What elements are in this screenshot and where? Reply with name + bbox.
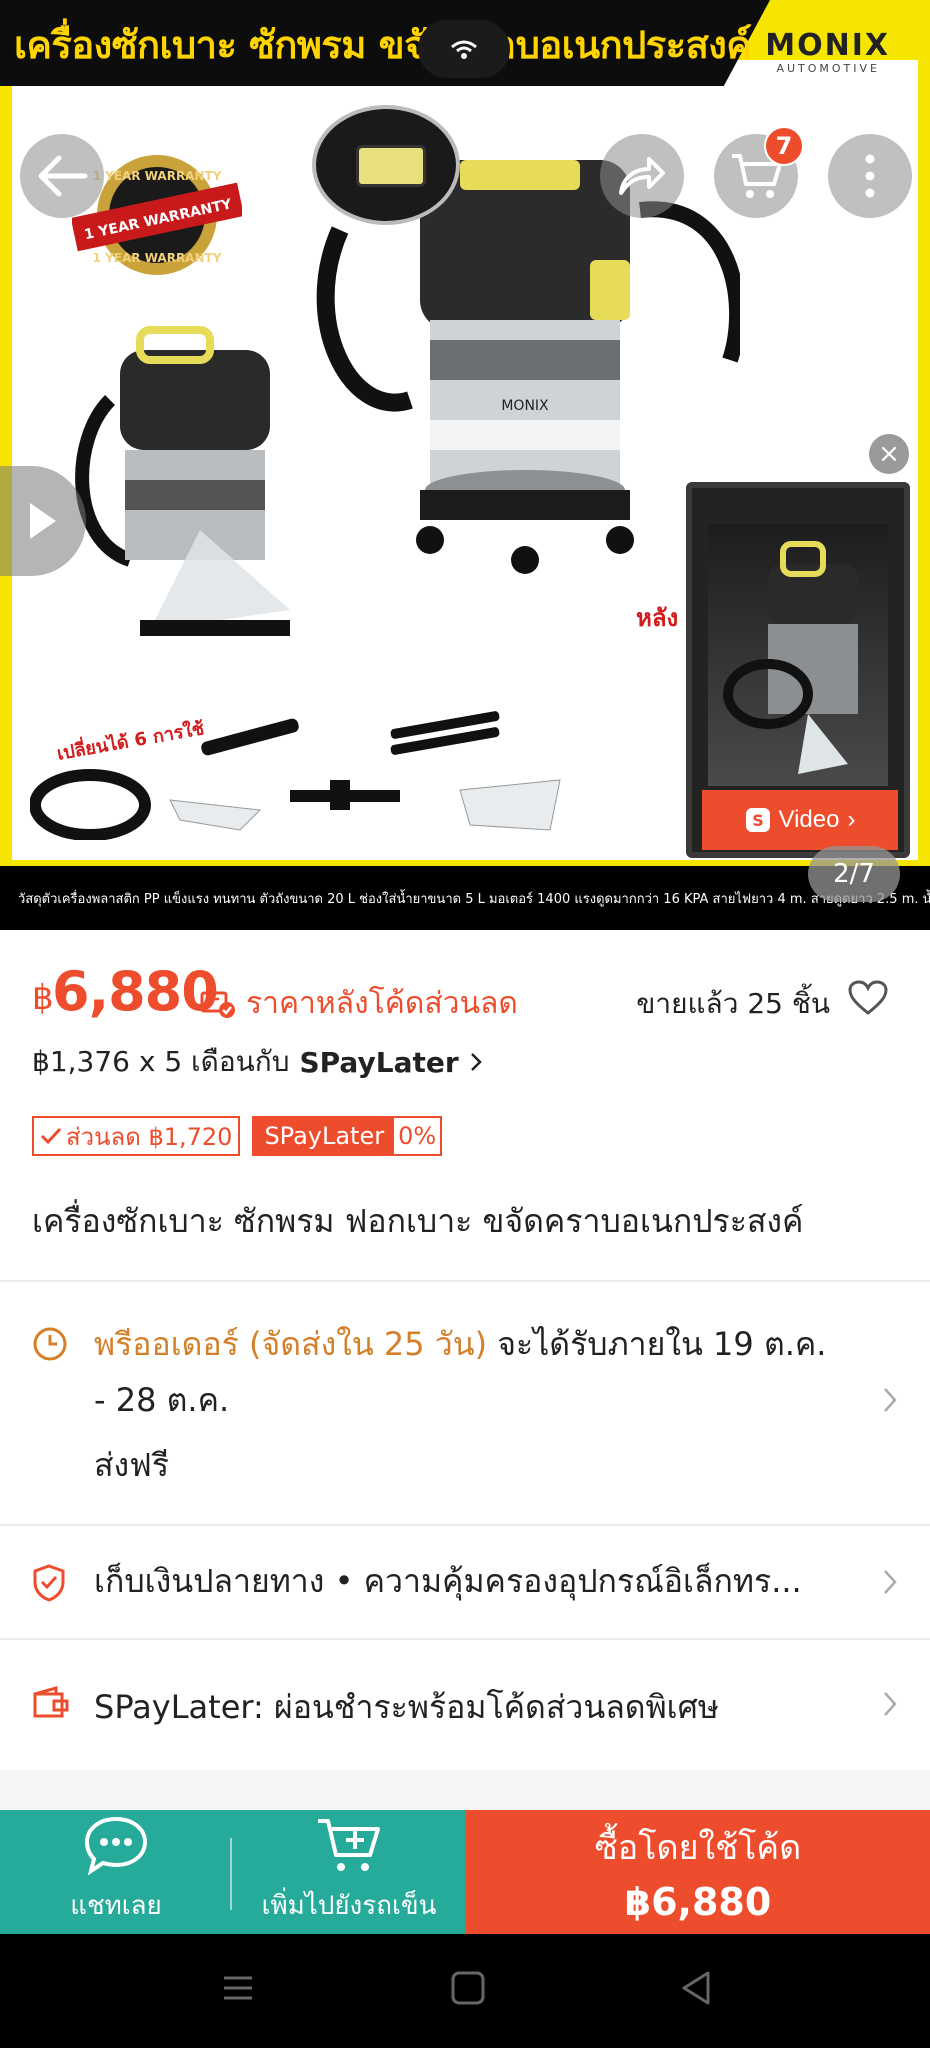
share-icon [619, 157, 665, 195]
more-options-button[interactable] [828, 134, 912, 218]
shopee-video-icon: S [745, 808, 770, 832]
clock-icon [33, 1327, 67, 1361]
warranty-text-top: 1 YEAR WARRANTY [93, 169, 222, 183]
check-icon [40, 1127, 62, 1145]
spaylater-tag[interactable]: SPayLater 0% [252, 1116, 443, 1156]
vacuum-side-illustration [75, 326, 290, 636]
chevron-right-icon [884, 1692, 897, 1716]
shield-icon [33, 1564, 65, 1602]
system-navigation-bar [0, 1934, 930, 2048]
buy-label: ซื้อโดยใช้โค้ด [594, 1828, 802, 1868]
video-thumbnail [708, 524, 888, 786]
vacuum-brand-label: MONIX [501, 398, 549, 414]
guarantee-row[interactable]: เก็บเงินปลายทาง • ความคุ้มครองอุปกรณ์อิเ… [0, 1526, 930, 1638]
video-button[interactable]: S Video › [702, 790, 898, 850]
spaylater-row[interactable]: SPayLater: ผ่อนชำระพร้อมโค้ดส่วนลดพิเศษ [0, 1640, 930, 1770]
image-pager: 2/7 [808, 846, 900, 902]
installment-amount: ฿1,376 x 5 เดือนกับ [32, 1045, 290, 1078]
price-value: 6,880 [52, 960, 219, 1023]
cart-count-badge: 7 [764, 126, 804, 166]
hotspot-icon [451, 40, 477, 59]
discount-note[interactable]: ราคาหลังโค้ดส่วนลด [200, 980, 518, 1027]
buy-price: ฿6,880 [624, 1880, 772, 1924]
brand-subtitle: AUTOMOTIVE [776, 62, 880, 75]
bottom-action-bar: แชทเลย เพิ่มไปยังรถเข็น ซื้อโดยใช้โค้ด ฿… [0, 1810, 930, 1934]
sold-count: ขายแล้ว 25 ชิ้น [636, 987, 830, 1020]
close-icon: × [878, 439, 900, 469]
product-title: เครื่องซักเบาะ ซักพรม ฟอกเบาะ ขจัดคราบอเ… [32, 1202, 804, 1240]
discount-note-label: ราคาหลังโค้ดส่วนลด [246, 986, 518, 1021]
chevron-right-icon: › [847, 806, 856, 833]
share-button[interactable] [600, 134, 684, 218]
heart-icon[interactable] [848, 980, 888, 1016]
discount-tag-label: ส่วนลด ฿1,720 [66, 1122, 233, 1151]
more-vertical-icon [865, 154, 875, 198]
guarantee-text: เก็บเงินปลายทาง • ความคุ้มครองอุปกรณ์อิเ… [94, 1562, 802, 1600]
back-button[interactable] [20, 134, 104, 218]
spaylater-tag-label: SPayLater [254, 1118, 395, 1154]
promo-tags: ส่วนลด ฿1,720 SPayLater 0% [32, 1116, 443, 1156]
price-currency: ฿ [32, 978, 54, 1018]
preorder-label: พรีออเดอร์ (จัดส่งใน 25 วัน) [94, 1325, 488, 1363]
floating-video-player[interactable]: S Video › [686, 482, 910, 858]
camera-notch [418, 20, 510, 78]
shipping-text: พรีออเดอร์ (จัดส่งใน 25 วัน) จะได้รับภาย… [94, 1316, 834, 1428]
brand-logo: MONIX [765, 28, 890, 63]
accessories-illustration [30, 711, 561, 840]
spaylater-text: SPayLater: ผ่อนชำระพร้อมโค้ดส่วนลดพิเศษ [94, 1688, 720, 1726]
coupon-check-icon [200, 991, 235, 1018]
close-video-button[interactable]: × [869, 434, 909, 474]
add-to-cart-label: เพิ่มไปยังรถเข็น [261, 1891, 437, 1921]
arrow-left-icon [38, 155, 88, 197]
home-icon[interactable] [448, 1968, 488, 2008]
chevron-right-icon [884, 1388, 897, 1412]
spaylater-rate: 0% [398, 1122, 437, 1150]
banner-title: เครื่องซักเบาะ ซักพรม ขจัดคราบอเนกประสงค… [14, 23, 752, 67]
warranty-text-bottom: 1 YEAR WARRANTY [93, 251, 222, 265]
chevron-right-icon [470, 1053, 482, 1071]
chat-button[interactable]: แชทเลย [0, 1810, 232, 1934]
product-image-carousel[interactable]: เครื่องซักเบาะ ซักพรม ขจัดคราบอเนกประสงค… [0, 0, 930, 930]
video-label: Video [778, 806, 840, 833]
discount-tag[interactable]: ส่วนลด ฿1,720 [32, 1116, 241, 1156]
buy-with-code-button[interactable]: ซื้อโดยใช้โค้ด ฿6,880 [466, 1810, 930, 1934]
menu-icon[interactable] [218, 1968, 258, 2008]
installment-provider: SPayLater [299, 1045, 459, 1079]
play-icon [30, 503, 56, 539]
back-caption: หลัง [636, 604, 679, 632]
switch-closeup [312, 105, 460, 225]
installment-row[interactable]: ฿1,376 x 5 เดือนกับ SPayLater [32, 1040, 483, 1084]
chat-icon [84, 1816, 148, 1875]
back-nav-icon[interactable] [676, 1968, 716, 2008]
chat-label: แชทเลย [70, 1891, 162, 1921]
add-cart-icon [318, 1819, 380, 1871]
spec-strip: วัสดุตัวเครื่องพลาสติก PP แข็งแรง ทนทาน … [0, 866, 930, 930]
video-frame-illustration [723, 541, 858, 774]
price-row: ฿ 6,880 ราคาหลังโค้ดส่วนลด ขายแล้ว 25 ชิ… [32, 960, 902, 1023]
section-gap [0, 1770, 930, 1810]
wallet-icon [33, 1686, 69, 1718]
svg-text:S: S [752, 811, 764, 830]
add-to-cart-button[interactable]: เพิ่มไปยังรถเข็น [232, 1810, 466, 1934]
chevron-right-icon [884, 1570, 897, 1594]
free-shipping-label: ส่งฟรี [94, 1446, 169, 1484]
cart-button[interactable]: 7 [714, 126, 804, 218]
